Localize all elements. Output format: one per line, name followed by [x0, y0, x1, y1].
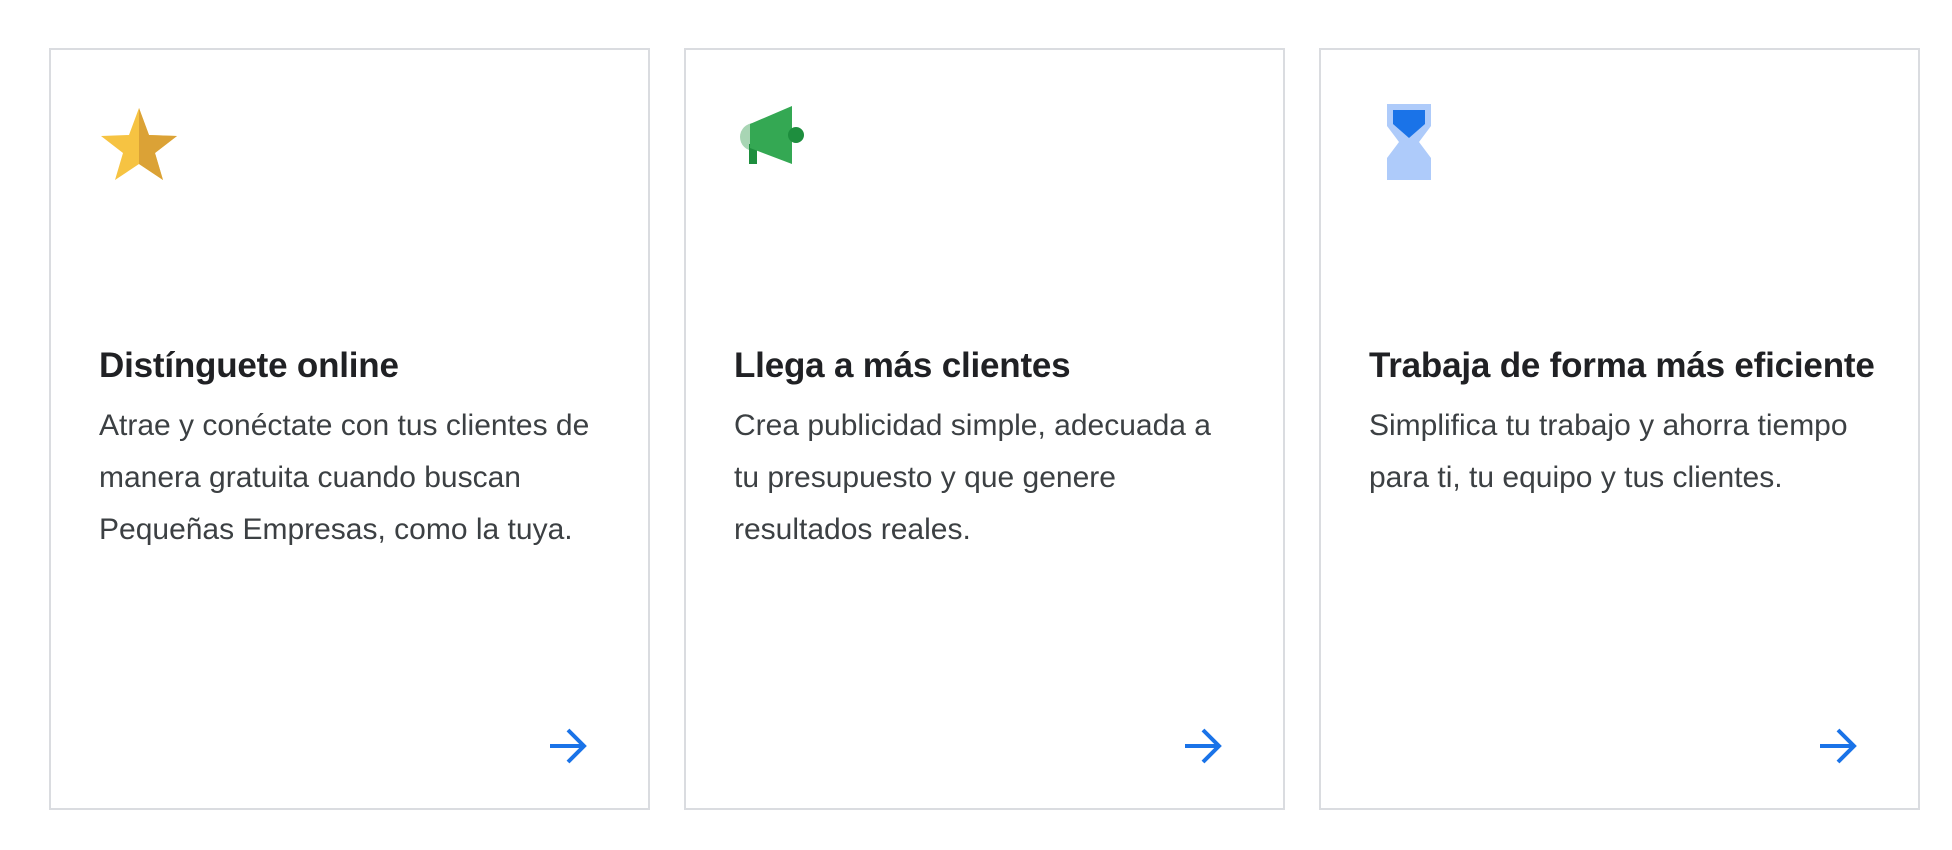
card-text: Distínguete online Atrae y conéctate con…	[99, 336, 609, 556]
arrow-forward-icon[interactable]	[1814, 722, 1862, 770]
card-title: Distínguete online	[99, 346, 399, 385]
feature-card-reach-customers[interactable]: Llega a más clientes Crea publicidad sim…	[684, 48, 1285, 810]
feature-card-work-efficiently[interactable]: Trabaja de forma más eficiente Simplific…	[1319, 48, 1920, 810]
arrow-forward-icon[interactable]	[544, 722, 592, 770]
feature-card-stand-out[interactable]: Distínguete online Atrae y conéctate con…	[49, 48, 650, 810]
card-text: Trabaja de forma más eficiente Simplific…	[1369, 336, 1879, 504]
feature-cards: Distínguete online Atrae y conéctate con…	[49, 48, 1920, 810]
card-text: Llega a más clientes Crea publicidad sim…	[734, 336, 1244, 556]
card-description: Crea publicidad simple, adecuada a tu pr…	[734, 409, 1211, 546]
arrow-forward-icon[interactable]	[1179, 722, 1227, 770]
star-icon	[99, 102, 179, 182]
card-description: Atrae y conéctate con tus clientes de ma…	[99, 409, 590, 546]
card-title: Llega a más clientes	[734, 346, 1071, 385]
megaphone-icon	[734, 102, 814, 182]
card-description: Simplifica tu trabajo y ahorra tiempo pa…	[1369, 409, 1848, 494]
hourglass-icon	[1369, 102, 1449, 182]
card-title: Trabaja de forma más eficiente	[1369, 346, 1875, 385]
